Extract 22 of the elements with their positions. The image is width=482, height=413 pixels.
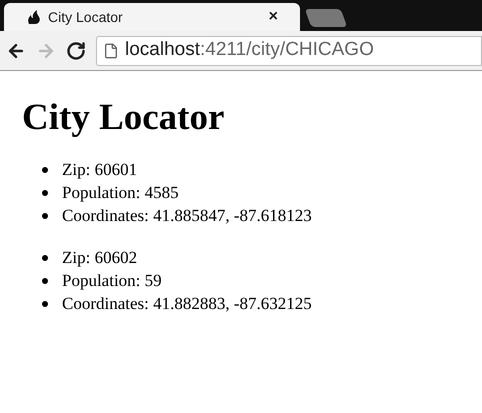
list-item-text: Population: 4585 [62, 183, 179, 203]
tab-title: City Locator [48, 8, 124, 27]
new-tab-button[interactable] [304, 9, 348, 27]
list-item-text: Coordinates: 41.885847, -87.618123 [62, 206, 312, 226]
page-icon [103, 42, 119, 58]
flame-icon [26, 9, 42, 25]
list-item-text: Zip: 60601 [62, 160, 138, 180]
bullet-icon [42, 278, 48, 284]
bullet-icon [42, 255, 48, 261]
page-heading: City Locator [22, 99, 226, 136]
browser-tab[interactable]: City Locator × [4, 3, 300, 31]
list-item-text: Coordinates: 41.882883, -87.632125 [62, 294, 312, 314]
list-item-text: Zip: 60602 [62, 248, 138, 268]
bullet-icon [42, 167, 48, 173]
address-field[interactable]: localhost:4211/city/CHICAGO [96, 36, 482, 66]
bullet-icon [42, 190, 48, 196]
url-text: localhost:4211/city/CHICAGO [125, 38, 374, 62]
close-tab-button[interactable]: × [268, 5, 278, 29]
bullet-icon [42, 213, 48, 219]
list-item-text: Population: 59 [62, 271, 162, 291]
bullet-icon [42, 301, 48, 307]
reload-icon[interactable] [66, 40, 86, 60]
